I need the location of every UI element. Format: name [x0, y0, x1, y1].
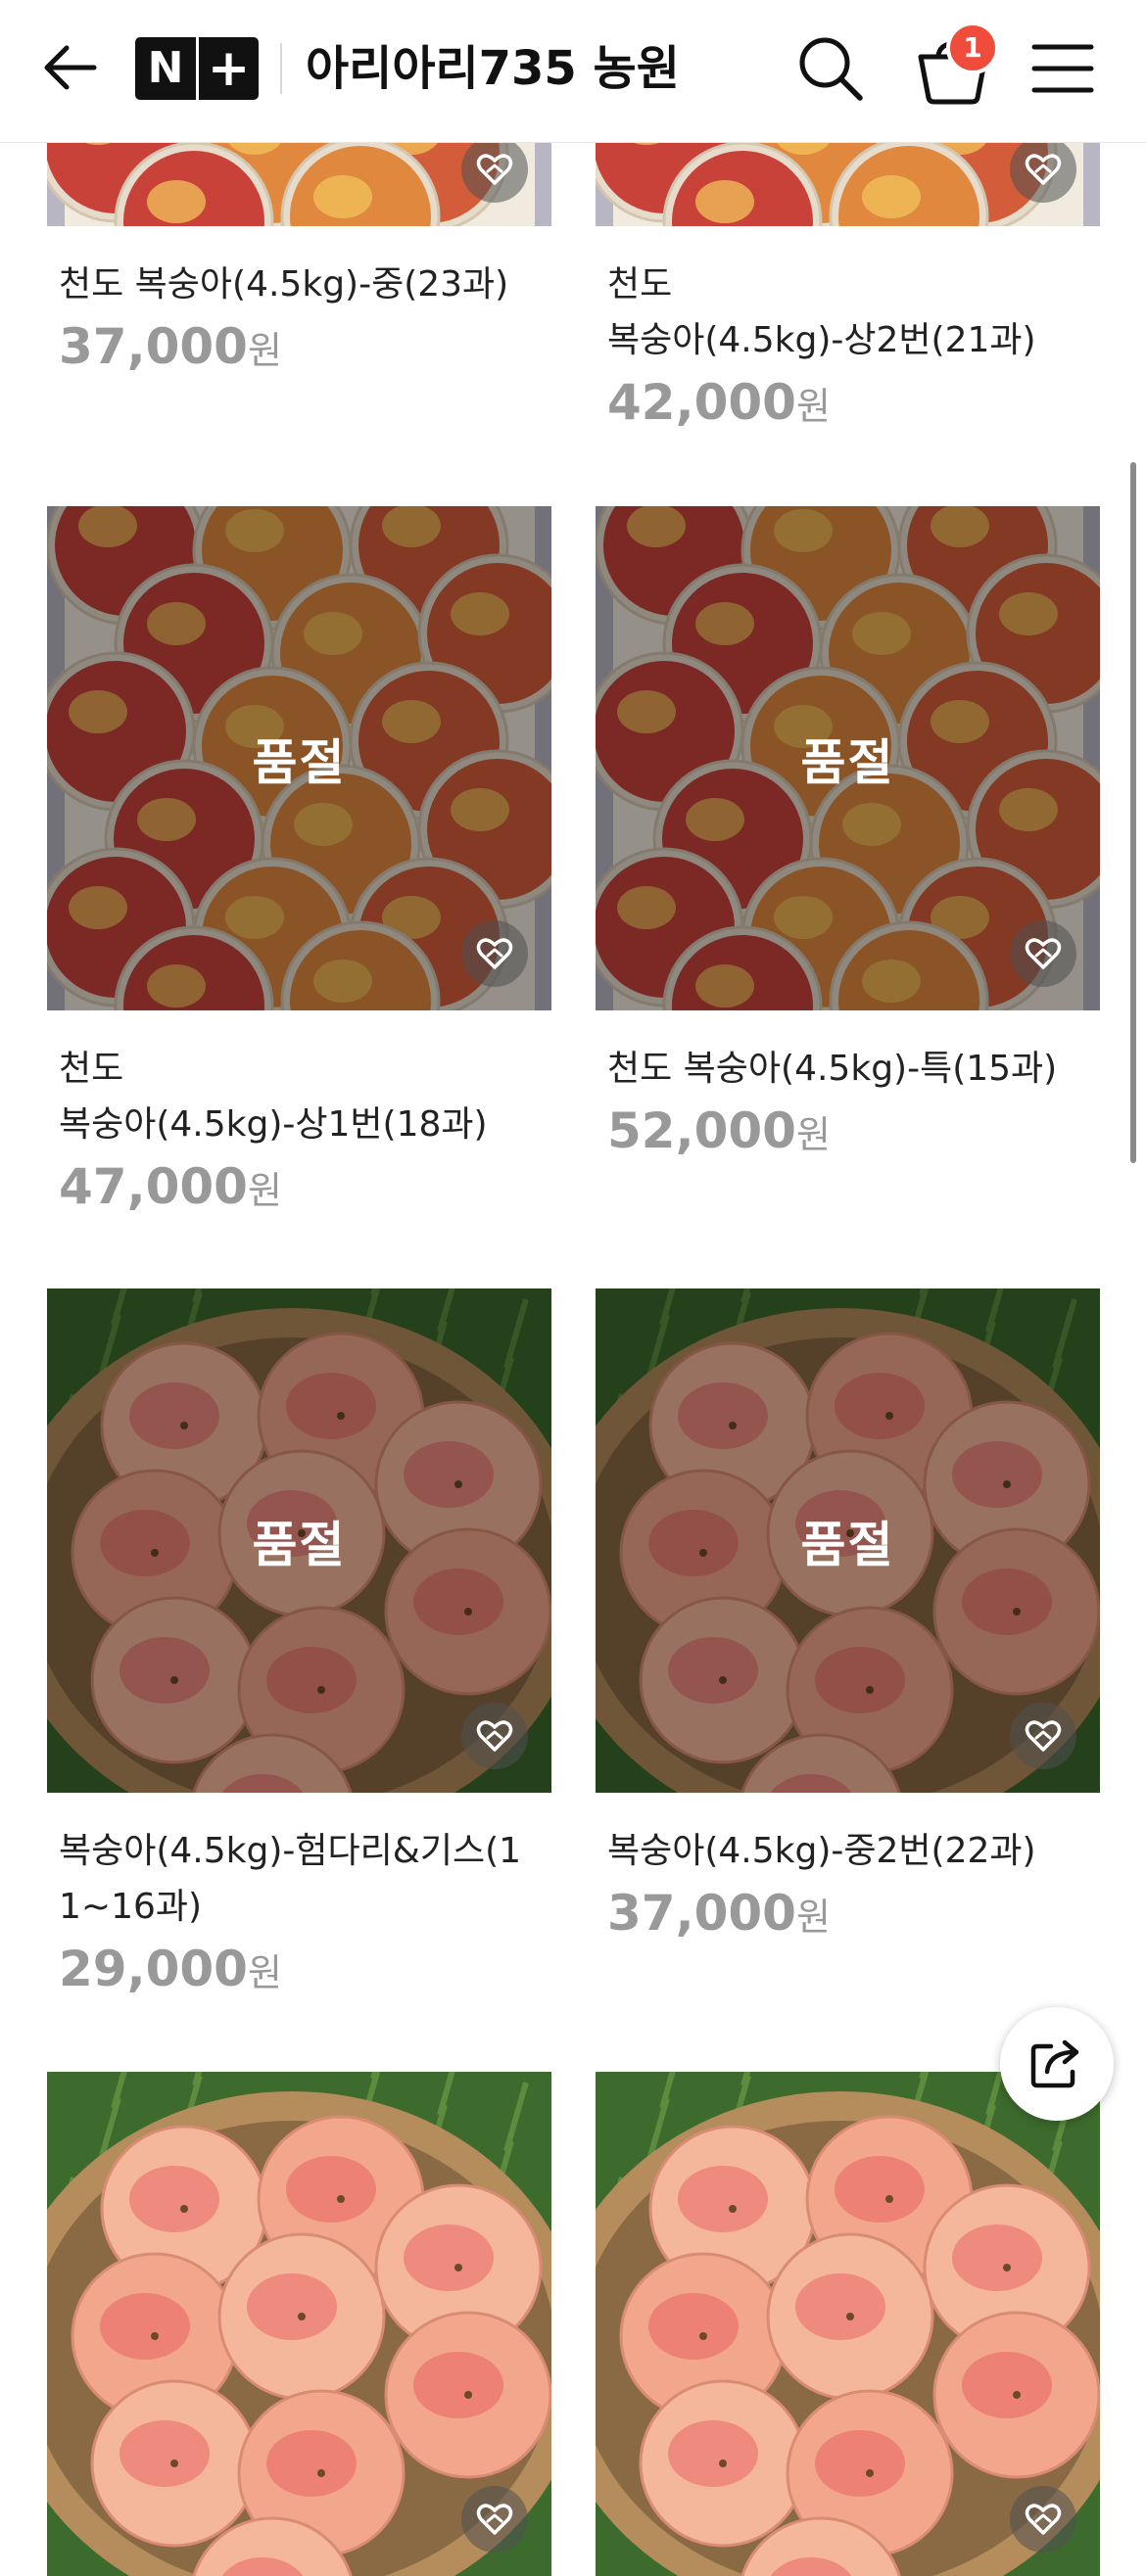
product-price: 37,000원	[59, 312, 282, 381]
naver-plus-logo[interactable]: N +	[135, 37, 259, 100]
search-button[interactable]	[793, 31, 868, 106]
product-name-line: 복숭아(4.5kg)-험다리&기스(1	[59, 1831, 522, 1871]
product-price: 29,000원	[59, 1935, 282, 2003]
product-name[interactable]: 천도복숭아(4.5kg)-상1번(18과)	[59, 1041, 549, 1152]
product-name-line: 천도 복숭아(4.5kg)-중(23과)	[59, 264, 509, 304]
heart-icon	[1025, 938, 1062, 969]
heart-icon	[476, 154, 513, 185]
price-currency: 원	[247, 1951, 282, 1994]
heart-icon	[476, 938, 513, 969]
product-name-line: 1~16과)	[59, 1887, 203, 1927]
cart-count-badge: 1	[946, 22, 999, 74]
product-image[interactable]: 품절	[596, 1288, 1100, 1793]
price-amount: 37,000	[607, 1885, 796, 1942]
heart-icon	[476, 2504, 513, 2535]
product-name-line: 복숭아(4.5kg)-중2번(22과)	[607, 1831, 1036, 1871]
product-name-line: 천도	[607, 264, 673, 304]
product-image[interactable]: 품절	[596, 506, 1100, 1010]
product-price: 52,000원	[607, 1097, 831, 1165]
product-image[interactable]	[47, 2072, 551, 2576]
price-currency: 원	[795, 1896, 831, 1939]
wishlist-button[interactable]	[461, 2486, 528, 2553]
wishlist-button[interactable]	[1010, 920, 1076, 987]
product-name-line: 복숭아(4.5kg)-상1번(18과)	[59, 1104, 488, 1145]
price-amount: 47,000	[59, 1158, 248, 1215]
product-name[interactable]: 천도 복숭아(4.5kg)-특(15과)	[607, 1041, 1097, 1097]
wishlist-button[interactable]	[1010, 2486, 1076, 2553]
logo-n-letter: N	[147, 43, 184, 93]
price-currency: 원	[247, 329, 282, 372]
wishlist-button[interactable]	[461, 1703, 528, 1769]
heart-icon	[1025, 154, 1062, 185]
product-name[interactable]: 복숭아(4.5kg)-중2번(22과)	[607, 1823, 1097, 1879]
wishlist-button[interactable]	[461, 920, 528, 987]
price-amount: 52,000	[607, 1102, 796, 1159]
product-name[interactable]: 복숭아(4.5kg)-험다리&기스(1 1~16과)	[59, 1823, 549, 1935]
heart-icon	[476, 1720, 513, 1752]
product-name-line: 복숭아(4.5kg)-상2번(21과)	[607, 320, 1036, 360]
product-image[interactable]	[596, 2072, 1100, 2576]
wishlist-button[interactable]	[461, 136, 528, 203]
hamburger-menu-icon	[1031, 44, 1094, 93]
logo-plus-sign: +	[207, 39, 251, 98]
product-name[interactable]: 천도복숭아(4.5kg)-상2번(21과)	[607, 257, 1097, 368]
wishlist-button[interactable]	[1010, 136, 1076, 203]
product-image[interactable]: 품절	[47, 1288, 551, 1793]
price-amount: 42,000	[607, 374, 796, 431]
wishlist-button[interactable]	[1010, 1703, 1076, 1769]
heart-icon	[1025, 1720, 1062, 1752]
share-button[interactable]	[1000, 2007, 1114, 2121]
product-name-line: 천도 복숭아(4.5kg)-특(15과)	[607, 1049, 1058, 1089]
title-divider	[280, 43, 282, 94]
heart-icon	[1025, 2504, 1062, 2535]
product-name-line: 천도	[59, 1049, 124, 1089]
price-currency: 원	[247, 1169, 282, 1212]
store-title[interactable]: 아리아리735 농원	[306, 29, 680, 108]
search-icon	[799, 37, 863, 101]
arrow-left-icon	[44, 45, 97, 90]
back-button[interactable]	[37, 34, 104, 101]
product-name[interactable]: 천도 복숭아(4.5kg)-중(23과)	[59, 257, 549, 312]
product-image[interactable]: 품절	[47, 506, 551, 1010]
share-icon	[1030, 2039, 1079, 2088]
product-price: 47,000원	[59, 1152, 282, 1221]
scrollbar[interactable]	[1130, 462, 1136, 1163]
price-amount: 37,000	[59, 318, 248, 375]
top-header: N + 아리아리735 농원 1	[0, 0, 1146, 143]
product-price: 37,000원	[607, 1879, 831, 1947]
price-amount: 29,000	[59, 1941, 248, 1997]
product-price: 42,000원	[607, 368, 831, 437]
price-currency: 원	[795, 1113, 831, 1156]
price-currency: 원	[795, 385, 831, 428]
menu-button[interactable]	[1030, 37, 1095, 100]
